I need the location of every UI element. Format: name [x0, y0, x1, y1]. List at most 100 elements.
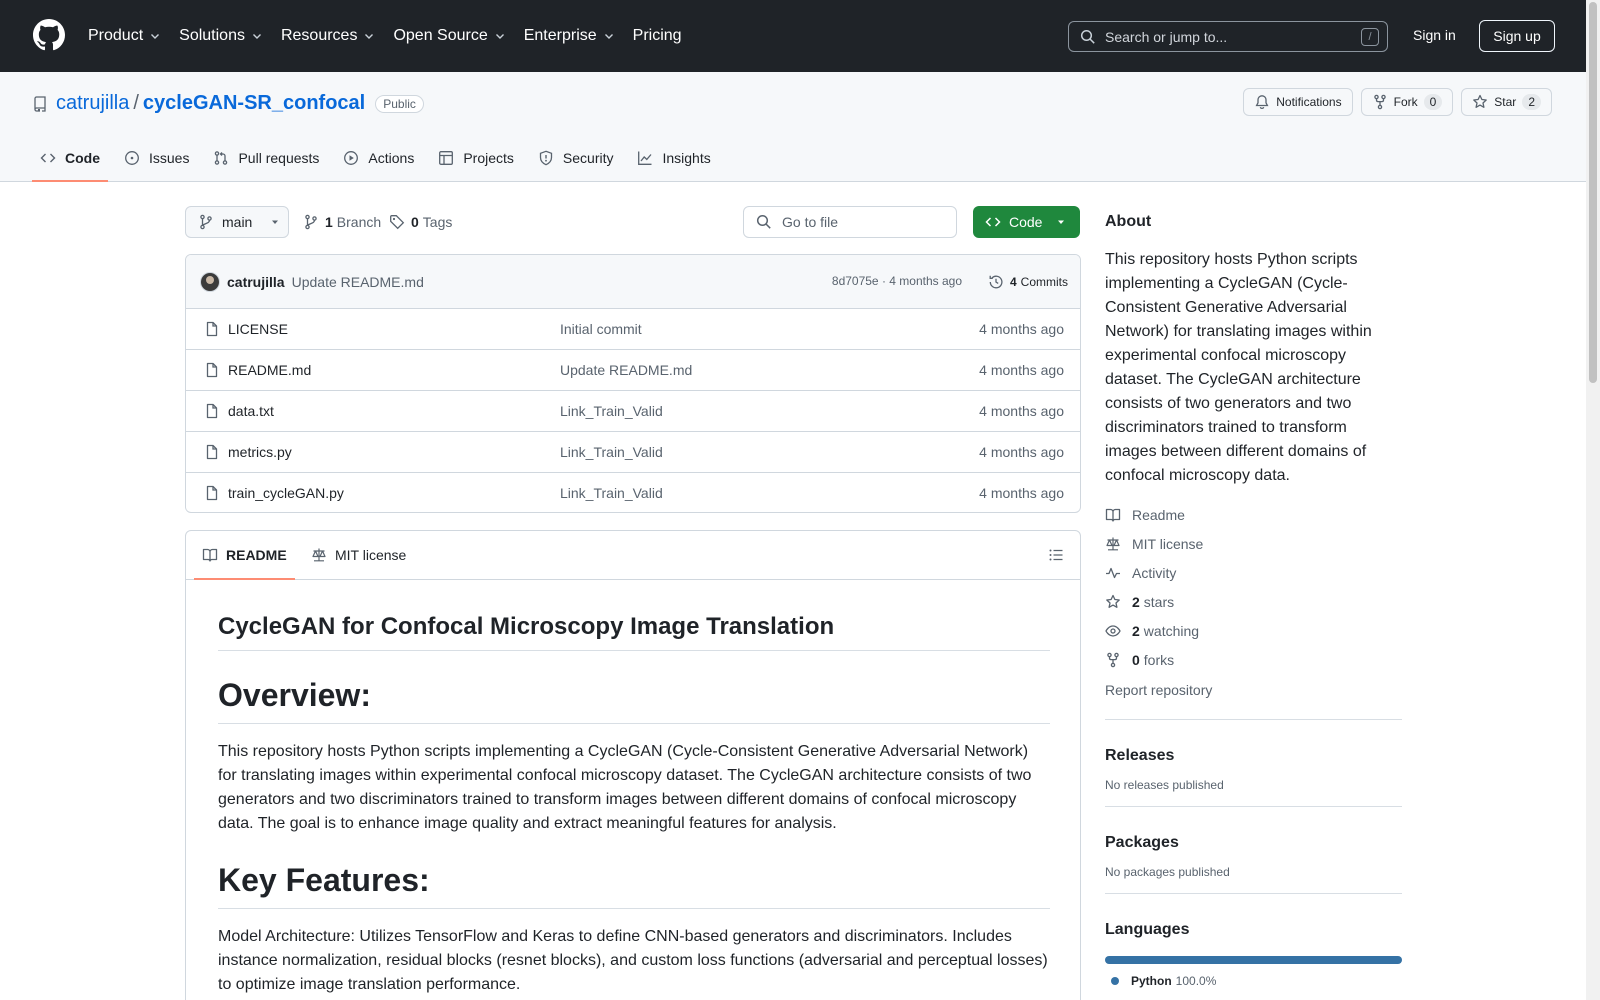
branch-icon	[200, 214, 212, 230]
latest-commit-bar: catrujilla Update README.md 8d7075e · 4 …	[186, 255, 1080, 309]
watching-link[interactable]: 2 watching	[1105, 616, 1402, 645]
star-button[interactable]: Star 2	[1461, 88, 1552, 116]
fork-icon	[1107, 652, 1119, 667]
page-scrollbar[interactable]	[1586, 0, 1600, 1000]
github-logo-icon[interactable]	[33, 19, 65, 51]
stars-link[interactable]: 2 stars	[1105, 587, 1402, 616]
repo-owner-link[interactable]: catrujilla	[56, 92, 129, 115]
tab-issues[interactable]: Issues	[116, 135, 197, 181]
packages-heading[interactable]: Packages	[1105, 831, 1402, 855]
tab-actions[interactable]: Actions	[335, 135, 422, 181]
sign-in-link[interactable]: Sign in	[1413, 27, 1456, 43]
readme-link[interactable]: Readme	[1105, 500, 1402, 529]
language-percent: 100.0%	[1175, 974, 1217, 988]
file-row[interactable]: LICENSE Initial commit 4 months ago	[186, 309, 1080, 350]
file-row[interactable]: metrics.py Link_Train_Valid 4 months ago	[186, 432, 1080, 473]
code-icon	[985, 217, 1001, 227]
notifications-button[interactable]: Notifications	[1243, 88, 1353, 116]
commit-message-link[interactable]: Update README.md	[292, 274, 424, 290]
file-commit-message[interactable]: Initial commit	[560, 321, 642, 337]
file-commit-message[interactable]: Update README.md	[560, 362, 692, 378]
file-name-link[interactable]: metrics.py	[228, 444, 292, 460]
repo-separator: /	[133, 92, 139, 114]
language-bar	[1105, 956, 1402, 964]
search-icon	[1080, 29, 1095, 44]
repo-name-link[interactable]: cycleGAN-SR_confocal	[143, 92, 365, 115]
activity-link[interactable]: Activity	[1105, 558, 1402, 587]
eye-icon	[1105, 624, 1121, 637]
go-to-file-input[interactable]: Go to file	[743, 206, 957, 238]
stars-label: stars	[1143, 593, 1175, 610]
commit-hash-age[interactable]: 8d7075e · 4 months ago	[832, 274, 962, 288]
book-icon	[202, 548, 218, 562]
readme-title: CycleGAN for Confocal Microscopy Image T…	[218, 580, 1050, 651]
report-repository-link[interactable]: Report repository	[1105, 676, 1402, 705]
file-name-link[interactable]: README.md	[228, 362, 311, 378]
file-commit-message[interactable]: Link_Train_Valid	[560, 444, 663, 460]
code-dropdown-button[interactable]: Code	[973, 206, 1080, 238]
list-unordered-icon[interactable]	[1048, 547, 1064, 563]
play-icon	[344, 151, 359, 165]
repo-title: catrujilla / cycleGAN-SR_confocal Public	[32, 92, 424, 115]
tab-label: Insights	[662, 150, 711, 166]
watching-count: 2	[1132, 622, 1140, 639]
file-row[interactable]: README.md Update README.md 4 months ago	[186, 350, 1080, 391]
nav-product[interactable]: Product	[88, 27, 161, 45]
tab-code[interactable]: Code	[32, 135, 108, 182]
triangle-down-icon	[272, 220, 279, 224]
readme-panel: README MIT license CycleGAN for Confocal…	[185, 530, 1081, 1000]
file-row[interactable]: data.txt Link_Train_Valid 4 months ago	[186, 391, 1080, 432]
forks-link[interactable]: 0 forks	[1105, 645, 1402, 674]
file-commit-message[interactable]: Link_Train_Valid	[560, 485, 663, 501]
tab-security[interactable]: Security	[530, 135, 622, 181]
nav-label: Enterprise	[523, 27, 597, 44]
license-tab-label: MIT license	[335, 547, 407, 563]
nav-enterprise[interactable]: Enterprise	[524, 27, 615, 45]
commits-label: Commits	[1020, 275, 1068, 289]
nav-resources[interactable]: Resources	[281, 27, 375, 45]
issue-icon	[125, 151, 139, 165]
readme-paragraph: Model Architecture: Utilizes TensorFlow …	[218, 928, 1048, 993]
file-name-link[interactable]: data.txt	[228, 403, 274, 419]
fork-button[interactable]: Fork 0	[1360, 88, 1454, 116]
graph-icon	[638, 151, 652, 165]
nav-solutions[interactable]: Solutions	[179, 27, 263, 45]
repo-actions: Notifications Fork 0 Star 2	[1235, 88, 1552, 116]
chevron-down-icon	[495, 34, 504, 39]
triangle-down-icon	[1058, 220, 1065, 224]
tab-readme[interactable]: README	[194, 531, 295, 580]
license-link[interactable]: MIT license	[1105, 529, 1402, 558]
nav-open-source[interactable]: Open Source	[393, 27, 505, 45]
tab-license[interactable]: MIT license	[303, 531, 414, 579]
avatar[interactable]	[200, 271, 220, 292]
branches-link[interactable]: 1 Branch	[303, 214, 381, 230]
commits-link[interactable]: 4 Commits	[988, 268, 1068, 296]
nav-label: Product	[88, 27, 144, 44]
search-input[interactable]: Search or jump to... /	[1068, 21, 1388, 52]
file-commit-message[interactable]: Link_Train_Valid	[560, 403, 663, 419]
file-row[interactable]: train_cycleGAN.py Link_Train_Valid 4 mon…	[186, 473, 1080, 512]
tags-link[interactable]: 0 Tags	[389, 214, 452, 230]
fork-label: Fork	[1393, 95, 1418, 109]
commit-author-link[interactable]: catrujilla	[227, 274, 285, 290]
language-color-dot	[1111, 977, 1119, 985]
file-icon	[206, 444, 218, 460]
chevron-down-icon	[151, 34, 160, 39]
tab-insights[interactable]: Insights	[629, 135, 718, 181]
releases-section: Releases No releases published	[1105, 719, 1402, 792]
file-name-link[interactable]: LICENSE	[228, 321, 288, 337]
sign-up-button[interactable]: Sign up	[1479, 20, 1555, 52]
language-item[interactable]: Python 100.0%	[1105, 974, 1402, 988]
scrollbar-thumb[interactable]	[1589, 2, 1597, 383]
releases-heading[interactable]: Releases	[1105, 744, 1402, 768]
branch-select-button[interactable]: main	[185, 206, 289, 238]
commits-count: 4	[1009, 275, 1017, 289]
readme-heading-overview: Overview:	[218, 675, 1050, 724]
file-name-link[interactable]: train_cycleGAN.py	[228, 485, 344, 501]
tab-pull-requests[interactable]: Pull requests	[205, 135, 327, 181]
nav-pricing[interactable]: Pricing	[633, 27, 682, 45]
file-commit-age: 4 months ago	[979, 362, 1064, 378]
tab-projects[interactable]: Projects	[430, 135, 522, 181]
readme-content: CycleGAN for Confocal Microscopy Image T…	[218, 580, 1050, 997]
branch-icon	[305, 214, 317, 230]
